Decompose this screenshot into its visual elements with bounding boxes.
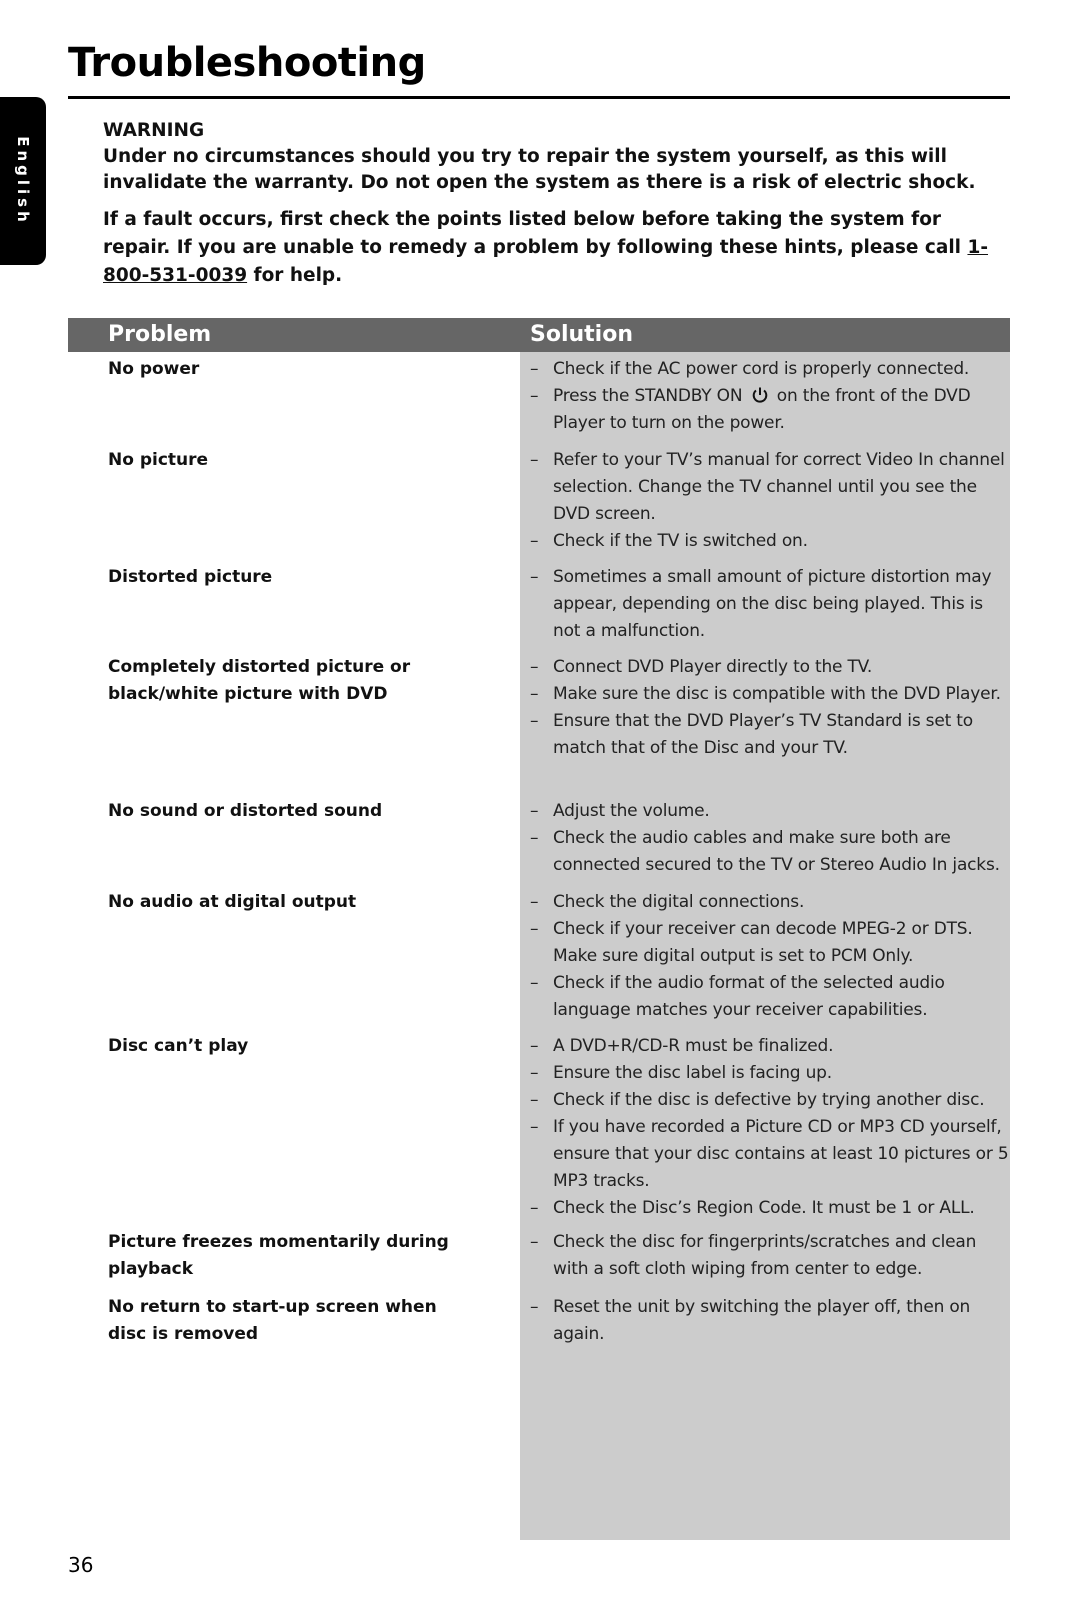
bullet-dash: – bbox=[530, 1090, 539, 1110]
bullet-dash: – bbox=[530, 1036, 539, 1056]
solution-list: – Connect DVD Player directly to the TV. –… bbox=[530, 654, 1010, 762]
solution-text: Refer to your TV’s manual for correct Vi… bbox=[553, 450, 1005, 524]
title-divider bbox=[68, 96, 1010, 99]
solution-text: Reset the unit by switching the player o… bbox=[553, 1297, 971, 1344]
solution-list: – Reset the unit by switching the player … bbox=[530, 1294, 1010, 1348]
solution-item: – Ensure that the DVD Player’s TV Standar… bbox=[530, 708, 1010, 762]
solution-text: Check if the audio format of the selecte… bbox=[553, 973, 945, 1020]
solution-item: – A DVD+R/CD-R must be finalized. bbox=[530, 1033, 1010, 1060]
solution-list: – Sometimes a small amount of picture dis… bbox=[530, 564, 1010, 645]
column-header-solution: Solution bbox=[530, 322, 633, 347]
bullet-dash: – bbox=[530, 657, 539, 677]
solution-text: Check if the disc is defective by trying… bbox=[553, 1090, 985, 1110]
solution-text: Check the disc for fingerprints/scratche… bbox=[553, 1232, 977, 1279]
solution-text: Check the audio cables and make sure bot… bbox=[553, 828, 1000, 875]
problem-label: Picture freezes momentarily during playb… bbox=[108, 1232, 449, 1279]
problem-label: No sound or distorted sound bbox=[108, 801, 383, 821]
language-tab: English bbox=[0, 97, 46, 265]
page-title: Troubleshooting bbox=[68, 40, 426, 86]
warning-section: WARNING Under no circumstances should yo… bbox=[103, 118, 1003, 290]
bullet-dash: – bbox=[530, 1117, 539, 1137]
solution-text: Adjust the volume. bbox=[553, 801, 710, 821]
column-header-problem: Problem bbox=[108, 322, 212, 347]
problem-label: Distorted picture bbox=[108, 567, 273, 587]
bullet-dash: – bbox=[530, 531, 539, 551]
power-icon bbox=[752, 387, 767, 403]
solution-item: – Check the disc for fingerprints/scratch… bbox=[530, 1229, 1010, 1283]
solution-text: Check if the AC power cord is properly c… bbox=[553, 359, 970, 379]
bullet-dash: – bbox=[530, 359, 539, 379]
bullet-dash: – bbox=[530, 1232, 539, 1252]
solution-item: – If you have recorded a Picture CD or MP… bbox=[530, 1114, 1010, 1195]
problem-label: No power bbox=[108, 359, 200, 379]
solution-item: – Check if your receiver can decode MPEG-… bbox=[530, 916, 1010, 970]
solution-list: – A DVD+R/CD-R must be finalized. – Ensure … bbox=[530, 1033, 1010, 1222]
bullet-dash: – bbox=[530, 711, 539, 731]
problem-label: Disc can’t play bbox=[108, 1036, 249, 1056]
solution-item: – Check if the audio format of the select… bbox=[530, 970, 1010, 1024]
solution-item: – Adjust the volume. bbox=[530, 798, 1010, 825]
bullet-dash: – bbox=[530, 892, 539, 912]
bullet-dash: – bbox=[530, 1198, 539, 1218]
intro-text: If a fault occurs, first check the point… bbox=[103, 209, 968, 258]
solution-item: – Check if the disc is defective by tryin… bbox=[530, 1087, 1010, 1114]
solution-item: – Refer to your TV’s manual for correct V… bbox=[530, 447, 1010, 528]
solution-text: Press the STANDBY ON on the front of the… bbox=[553, 386, 971, 433]
problem-label: No picture bbox=[108, 450, 209, 470]
solution-text: Check the Disc’s Region Code. It must be… bbox=[553, 1198, 975, 1218]
intro-text-end: for help. bbox=[247, 265, 343, 286]
solution-text: Ensure that the DVD Player’s TV Standard… bbox=[553, 711, 973, 758]
page-number: 36 bbox=[68, 1553, 94, 1577]
solution-item: – Ensure the disc label is facing up. bbox=[530, 1060, 1010, 1087]
language-tab-label: English bbox=[14, 136, 32, 226]
solution-list: – Check the disc for fingerprints/scratch… bbox=[530, 1229, 1010, 1283]
intro-paragraph: If a fault occurs, first check the point… bbox=[103, 206, 1003, 290]
bullet-dash: – bbox=[530, 919, 539, 939]
table-header: Problem Solution bbox=[68, 318, 1010, 352]
bullet-dash: – bbox=[530, 684, 539, 704]
solution-list: – Check the digital connections. – Check if… bbox=[530, 889, 1010, 1024]
solution-item: – Make sure the disc is compatible with t… bbox=[530, 681, 1010, 708]
bullet-dash: – bbox=[530, 828, 539, 848]
solution-item: – Reset the unit by switching the player … bbox=[530, 1294, 1010, 1348]
bullet-dash: – bbox=[530, 386, 539, 406]
warning-text: Under no circumstances should you try to… bbox=[103, 146, 976, 193]
bullet-dash: – bbox=[530, 1297, 539, 1317]
solution-text: If you have recorded a Picture CD or MP3… bbox=[553, 1117, 1009, 1191]
solution-text: Sometimes a small amount of picture dist… bbox=[553, 567, 992, 641]
solution-text: Check the digital connections. bbox=[553, 892, 805, 912]
bullet-dash: – bbox=[530, 801, 539, 821]
bullet-dash: – bbox=[530, 973, 539, 993]
solution-list: – Adjust the volume. – Check the audio cabl… bbox=[530, 798, 1010, 879]
solution-item: – Check the digital connections. bbox=[530, 889, 1010, 916]
warning-heading: WARNING bbox=[103, 120, 205, 141]
solution-text: Make sure the disc is compatible with th… bbox=[553, 684, 1001, 704]
bullet-dash: – bbox=[530, 1063, 539, 1083]
solution-text: A DVD+R/CD-R must be finalized. bbox=[553, 1036, 834, 1056]
problem-label: Completely distorted picture or black/wh… bbox=[108, 657, 411, 704]
problem-label: No audio at digital output bbox=[108, 892, 357, 912]
solution-list: – Check if the AC power cord is properly … bbox=[530, 356, 1010, 437]
solution-item: – Sometimes a small amount of picture dis… bbox=[530, 564, 1010, 645]
bullet-dash: – bbox=[530, 450, 539, 470]
solution-list: – Refer to your TV’s manual for correct V… bbox=[530, 447, 1010, 555]
solution-text: Connect DVD Player directly to the TV. bbox=[553, 657, 873, 677]
solution-text: Ensure the disc label is facing up. bbox=[553, 1063, 832, 1083]
solution-item: – Press the STANDBY ON on the front of th… bbox=[530, 383, 1010, 437]
solution-item: – Check if the AC power cord is properly … bbox=[530, 356, 1010, 383]
solution-text: Check if the TV is switched on. bbox=[553, 531, 808, 551]
problem-label: No return to start-up screen when disc i… bbox=[108, 1297, 437, 1344]
solution-item: – Check if the TV is switched on. bbox=[530, 528, 1010, 555]
solution-item: – Check the audio cables and make sure bo… bbox=[530, 825, 1010, 879]
solution-item: – Connect DVD Player directly to the TV. bbox=[530, 654, 1010, 681]
bullet-dash: – bbox=[530, 567, 539, 587]
solution-item: – Check the Disc’s Region Code. It must b… bbox=[530, 1195, 1010, 1222]
solution-text: Check if your receiver can decode MPEG-2… bbox=[553, 919, 973, 966]
